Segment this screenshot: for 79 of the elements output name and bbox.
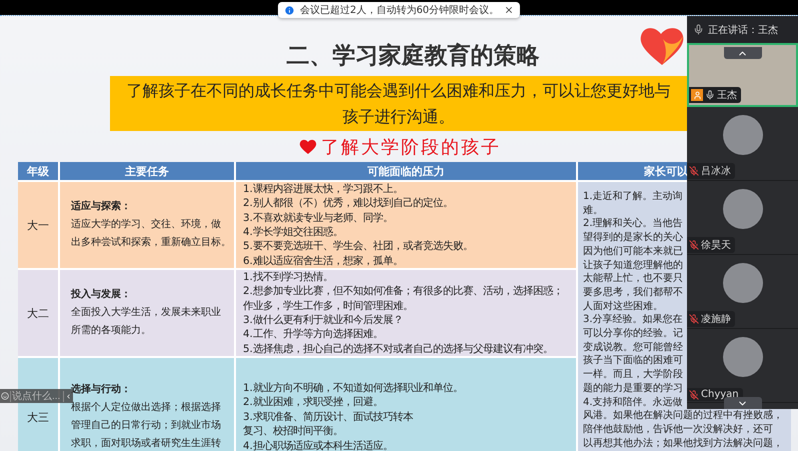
mic-icon — [693, 24, 704, 35]
advice-text-line: 陪伴他鼓励他，告诉他一次没解决好，还可 — [583, 422, 773, 437]
advice-text-line: 太能帮上忙，也不要只 — [583, 272, 683, 286]
avatar-circle — [722, 263, 762, 303]
participant-name: 王杰 — [717, 88, 737, 102]
participant-name: Chyyan — [701, 389, 739, 400]
advice-text-line: 题的能力是重要的学习 — [583, 382, 683, 396]
advice-text-line: 孩子当下面临的困难可 — [583, 354, 683, 368]
participant-name: 凌施静 — [701, 312, 731, 326]
task-title: 选择与行动： — [71, 382, 131, 397]
pressure-item: 复习、校招时间平衡。 — [243, 424, 343, 439]
participant-name: 吕冰冰 — [701, 164, 731, 178]
banner-text: 孩子进行沟通。 — [342, 106, 454, 128]
pressure-item: 2.想参加专业比赛，但不知如何准备；有很多的比赛、活动，选择困惑； — [243, 284, 563, 299]
participant-name: 徐昊天 — [701, 239, 731, 252]
slide-title: 二、学习家庭教育的策略 — [286, 42, 540, 70]
advice-text-line: 人面对这些困难。 — [583, 300, 663, 314]
task-description: 全面投入大学生活，发展未来职业 — [71, 306, 221, 320]
avatar-circle — [722, 115, 762, 155]
advice-text-line: 4.支持和陪伴。永远做 — [583, 396, 683, 410]
advice-text-line: 变成说教。您可能曾经 — [583, 340, 683, 354]
pressure-item: 作业多，学生工作多，时间管理困难。 — [243, 298, 413, 313]
pressure-item: 2.就业困难，求职受挫，回避。 — [243, 395, 383, 410]
avatar-circle — [722, 337, 762, 377]
avatar-circle — [722, 189, 762, 229]
advice-text-line: 让孩子知道您理解他的 — [583, 258, 683, 272]
pressure-item: 5.要不要竞选班干、学生会、社团，或者竞选失败。 — [243, 239, 473, 254]
pressure-item: 3.求职准备、简历设计、面试技巧转本 — [243, 410, 413, 424]
advice-text-line: 风港。如果他在解决问题的过程中有挫败感， — [583, 409, 783, 423]
chat-input-bar[interactable]: 说点什么... — [0, 389, 73, 403]
speaking-label: 正在讲话：王杰 — [708, 24, 778, 36]
pressure-item: 4.学长学姐交往困惑。 — [243, 225, 343, 240]
advice-text-line: 望得到的是家长的关心 — [583, 231, 683, 245]
banner-text: 了解孩子在不同的成长任务中可能会遇到什么困难和压力，可以让您更好地与 — [126, 80, 670, 102]
column-header: 主要任务 — [60, 162, 234, 180]
advice-text-line: 难。 — [583, 204, 603, 218]
task-description: 适应大学的学习、交往、环境，做 — [71, 218, 221, 232]
pressure-item: 2.别人都很（不）优秀，难以找到自己的定位。 — [243, 196, 453, 211]
task-title: 投入与发展： — [71, 288, 131, 302]
info-icon — [284, 4, 295, 16]
notification-text: 会议已超过2人，自动转为60分钟限时会议。 — [300, 4, 500, 17]
pressure-item: 6.难以适应宿舍生活，想家，孤单。 — [243, 254, 403, 268]
advice-text-line: 3.分享经验。如果您在 — [583, 313, 683, 328]
task-title: 适应与探索： — [71, 199, 131, 214]
pressure-item: 4.工作、升学等方向选择困难。 — [243, 327, 383, 342]
pressure-item: 3.不喜欢就读专业与老师、同学。 — [243, 210, 393, 225]
slide-subtitle: 了解大学阶段的孩子 — [321, 136, 501, 158]
task-description: 管理自己的日常行动；到就业市场 — [71, 418, 221, 433]
heart-logo-icon — [639, 25, 685, 67]
chevron-left-icon[interactable] — [65, 392, 72, 400]
advice-text-line: 2.理解和关心。当他告 — [583, 217, 683, 232]
advice-text-line: 一样。而且，大学阶段 — [583, 368, 683, 382]
scroll-up-button[interactable] — [724, 47, 762, 59]
advice-text-line: 要多思考，我们都帮不 — [583, 286, 683, 300]
pressure-item: 1.就业方向不明确，不知道如何选择职业和单位。 — [243, 380, 463, 396]
participant-tile[interactable]: 吕冰冰 — [687, 107, 798, 181]
participant-tile[interactable]: 凌施静 — [687, 255, 798, 329]
participant-tile[interactable]: 王杰 — [687, 43, 798, 107]
pressure-item: 4.担心职场适应或本科生活适应。 — [243, 438, 393, 451]
smile-icon[interactable] — [1, 392, 9, 400]
heart-icon — [299, 138, 317, 154]
pressure-item: 5.选择焦虑，担心自己的选择不对或者自己的选择与父母建议有冲突。 — [243, 342, 553, 356]
participant-tile[interactable]: 徐昊天 — [687, 181, 798, 255]
table-cell: 大一 — [18, 182, 58, 268]
pressure-item: 1.找不到学习热情。 — [243, 270, 333, 284]
task-description: 出多种尝试和探索，重新确立目标。 — [71, 236, 231, 250]
advice-text-line: 因为他们可能本来就已 — [583, 244, 683, 259]
column-header: 年级 — [18, 162, 58, 180]
advice-text-line: 以再想其他办法；如果他找到方法解决问题， — [583, 436, 783, 450]
pressure-item: 3.做什么更有利于就业和今后发展？ — [243, 313, 403, 328]
task-description: 根据个人定位做出选择；根据选择 — [71, 400, 221, 415]
advice-text-line: 1.走近和了解。主动询 — [583, 190, 683, 204]
advice-text-line: 可以分享你的经验。记 — [583, 327, 683, 341]
table-cell: 大二 — [18, 270, 58, 356]
pressure-item: 1.课程内容进展太快，学习跟不上。 — [243, 182, 403, 196]
task-description: 所需的各项能力。 — [71, 324, 151, 338]
column-header: 可能面临的压力 — [236, 162, 576, 180]
close-icon[interactable] — [504, 5, 514, 15]
task-description: 求职，面对职场或者研究生生涯转 — [71, 436, 221, 451]
